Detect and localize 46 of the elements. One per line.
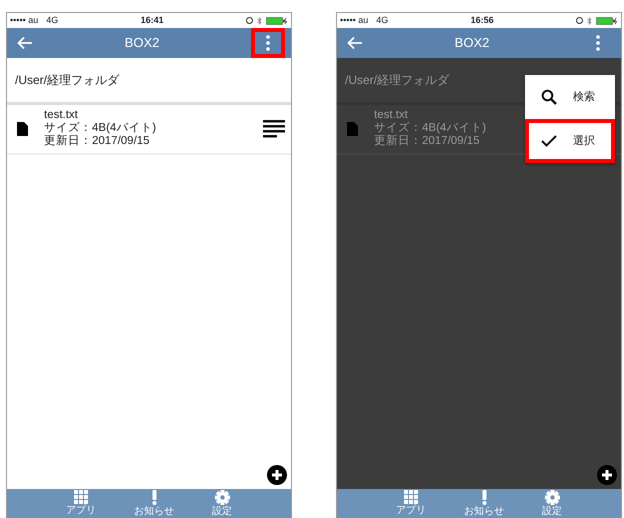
- battery-icon: [596, 16, 618, 24]
- network-type: 4G: [46, 14, 58, 27]
- battery-icon: [266, 16, 288, 24]
- alarm-icon: [246, 17, 253, 24]
- menu-item[interactable]: 選択: [525, 119, 615, 163]
- carrier-signal: ••••• au: [340, 14, 368, 27]
- screen-title: BOX2: [454, 34, 490, 52]
- add-button[interactable]: [597, 465, 617, 485]
- network-type: 4G: [376, 14, 388, 27]
- clock: 16:41: [140, 14, 165, 27]
- tab-bar-item[interactable]: アプリ: [66, 489, 96, 518]
- file-icon: [17, 122, 28, 136]
- carrier-signal: ••••• au: [10, 14, 38, 27]
- grid-icon: [404, 490, 418, 504]
- bluetooth-icon: [257, 16, 262, 24]
- file-size: サイズ：4B(4バイト): [374, 122, 486, 134]
- file-date: 更新日：2017/09/15: [44, 135, 151, 149]
- file-name: test.txt: [44, 109, 79, 122]
- file-date: 更新日：2017/09/15: [374, 135, 481, 149]
- bluetooth-icon: [587, 16, 592, 24]
- file-size: サイズ：4B(4バイト): [44, 122, 156, 134]
- clock: 16:56: [470, 14, 495, 27]
- search-icon: [541, 89, 557, 105]
- alarm-icon: [576, 17, 583, 24]
- folder-path: /User/経理フォルダ: [15, 72, 120, 89]
- more-icon: [266, 35, 270, 51]
- file-icon: [347, 122, 358, 136]
- menu-item[interactable]: 検索: [525, 75, 615, 119]
- back-arrow-icon: [347, 36, 363, 50]
- tab-bar-item[interactable]: お知らせ: [134, 489, 174, 518]
- back-button[interactable]: [347, 36, 363, 50]
- tab-bar-item[interactable]: 設定: [542, 489, 562, 518]
- file-name: test.txt: [374, 109, 409, 122]
- plus-icon: [597, 465, 617, 485]
- tab-bar-item[interactable]: お知らせ: [464, 489, 504, 518]
- tab-bar-item[interactable]: 設定: [212, 489, 232, 518]
- add-button[interactable]: [267, 465, 287, 485]
- screen-title: BOX2: [124, 34, 160, 52]
- check-icon: [541, 135, 557, 147]
- plus-icon: [267, 465, 287, 485]
- back-arrow-icon: [17, 36, 33, 50]
- exclamation-icon: [482, 490, 486, 505]
- back-button[interactable]: [17, 36, 33, 50]
- tab-bar-item[interactable]: アプリ: [396, 489, 426, 518]
- folder-path: /User/経理フォルダ: [345, 72, 450, 89]
- more-icon: [596, 35, 600, 51]
